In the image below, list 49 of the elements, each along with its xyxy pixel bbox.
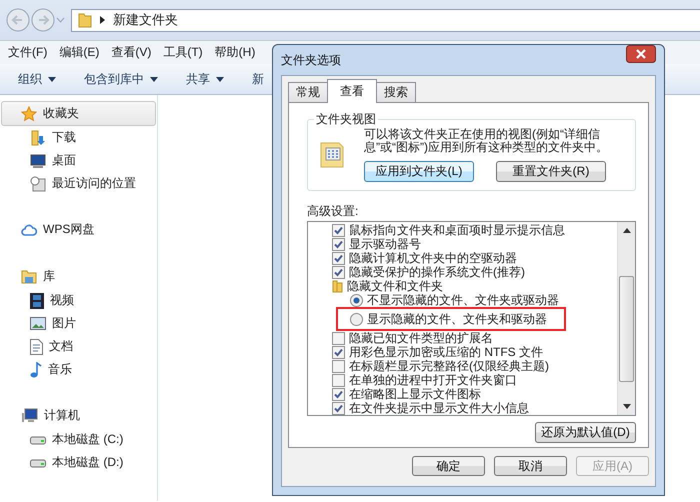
toolbar-button[interactable]: 新 [252,70,264,88]
section-label: 高级设置: [307,203,360,220]
nav-item[interactable]: 视频 [0,289,157,312]
dialog-button[interactable]: 取消 [494,456,567,476]
setting-row[interactable]: 在缩略图上显示文件图标 [308,387,617,401]
menu-item[interactable]: 帮助(H) [214,44,256,61]
toolbar-button[interactable]: 包含到库中 [84,70,158,88]
setting-row[interactable]: 显示驱动器号 [308,237,617,251]
nav-item[interactable]: 库 [1,264,156,289]
setting-row[interactable]: 隐藏计算机文件夹中的空驱动器 [308,251,617,265]
folder-view-button[interactable]: 重置文件夹(R) [496,161,606,182]
toolbar-button[interactable]: 共享 [186,70,224,88]
setting-row[interactable]: 在文件夹提示中显示文件大小信息 [308,401,617,415]
address-path[interactable]: 新建文件夹 [113,11,178,29]
setting-group-row: 隐藏文件和文件夹 [308,279,617,293]
menu-item[interactable]: 编辑(E) [59,44,100,61]
nav-item[interactable]: 本地磁盘 (C:) [0,428,157,451]
nav-item[interactable]: 下载 [0,126,157,149]
nav-item[interactable]: 最近访问的位置 [0,172,157,195]
setting-row[interactable]: 不显示隐藏的文件、文件夹或驱动器 [308,293,617,307]
menu-item[interactable]: 文件(F) [8,44,48,61]
folder-view-button[interactable]: 应用到文件夹(L) [364,161,474,182]
setting-row[interactable]: 在标题栏显示完整路径(仅限经典主题) [308,359,617,373]
setting-row[interactable]: 隐藏受保护的操作系统文件(推荐) [308,265,617,279]
dialog-title: 文件夹选项 [281,52,341,68]
toolbar-button[interactable]: 组织 [18,70,56,88]
nav-item[interactable]: 图片 [0,312,157,335]
nav-item[interactable]: 文档 [0,335,157,358]
setting-row[interactable]: 显示隐藏的文件、文件夹和驱动器 [308,307,617,331]
nav-item[interactable]: 计算机 [1,403,156,428]
dialog-button[interactable]: 确定 [412,456,485,476]
menu-item[interactable]: 工具(T) [163,44,203,61]
nav-item[interactable]: WPS网盘 [1,217,156,242]
tab[interactable]: 常规 [288,82,328,102]
group-heading: 文件夹视图 [314,111,378,128]
setting-row[interactable]: 隐藏已知文件类型的扩展名 [308,331,617,345]
setting-row[interactable]: 鼠标指向文件夹和桌面项时显示提示信息 [308,223,617,237]
description-text: 可以将该文件夹正在使用的视图(例如“详细信息”或“图标”)应用到所有这种类型的文件夹中。 [364,128,609,154]
tab[interactable]: 搜索 [376,82,416,102]
restore-defaults-button[interactable]: 还原为默认值(D) [535,422,636,443]
nav-item[interactable]: 收藏夹 [1,101,156,126]
nav-item[interactable]: 音乐 [0,358,157,381]
nav-item[interactable]: 本地磁盘 (D:) [0,451,157,474]
nav-item[interactable]: 桌面 [0,149,157,172]
setting-row[interactable]: 在单独的进程中打开文件夹窗口 [308,373,617,387]
setting-row[interactable]: 用彩色显示加密或压缩的 NTFS 文件 [308,345,617,359]
menu-item[interactable]: 查看(V) [111,44,152,61]
tab[interactable]: 查看 [327,79,377,103]
address-bar[interactable]: 新建文件夹 [71,8,700,32]
